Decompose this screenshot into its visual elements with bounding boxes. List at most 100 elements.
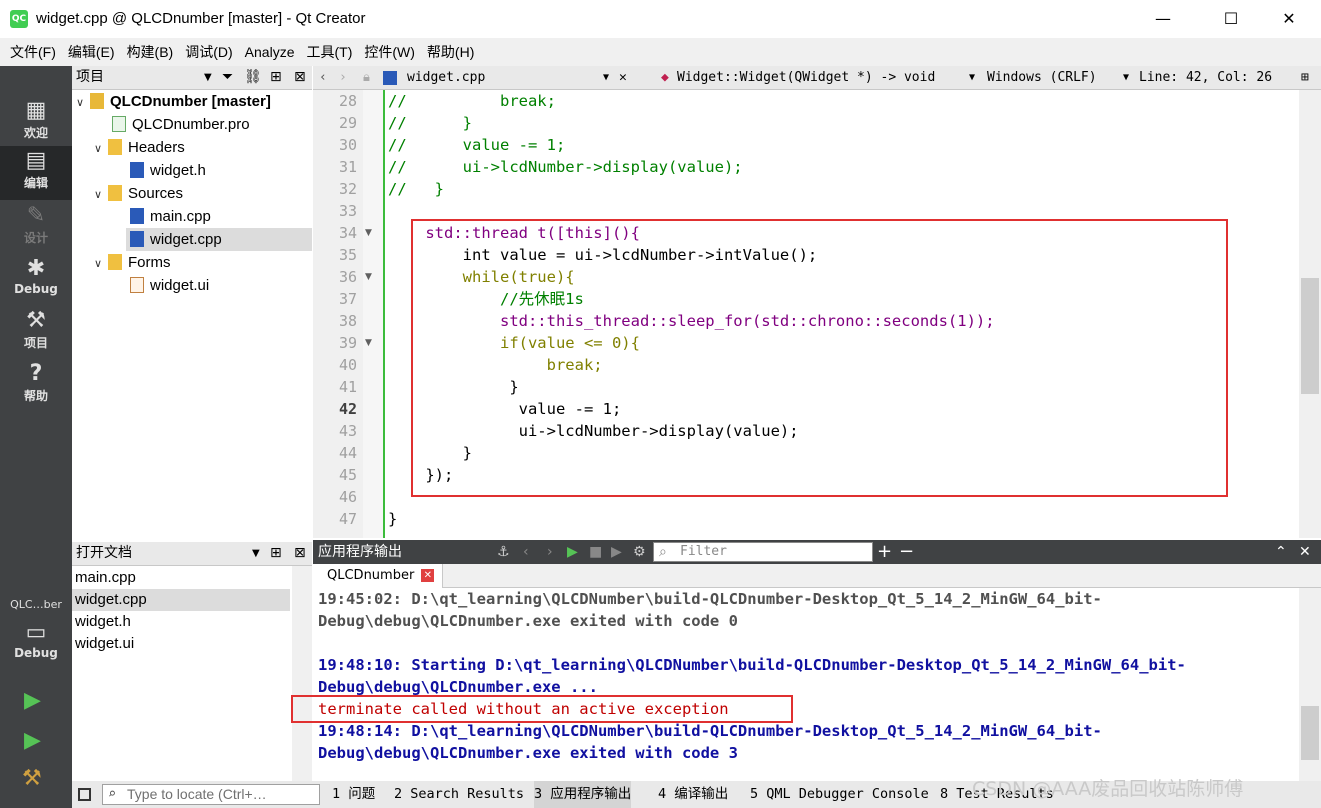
ui-file-icon [130,277,144,293]
mode-edit[interactable]: ▤ 编辑 [0,146,72,200]
toggle-sidebar-icon[interactable] [78,788,91,801]
mode-welcome[interactable]: ▦ 欢迎 [0,96,72,150]
mode-help[interactable]: ? 帮助 [0,359,72,413]
locator-input[interactable]: Type to locate (Ctrl+… [102,784,320,805]
split-icon[interactable]: ⊞ [270,542,282,565]
application-output[interactable]: 19:45:02: D:\qt_learning\QLCDNumber\buil… [313,588,1321,781]
project-icon [90,93,104,109]
close-pane-icon[interactable]: ⊠ [294,542,306,565]
tree-item-main-cpp[interactable]: main.cpp [72,205,312,228]
chevron-down-icon[interactable]: ▼ [603,66,609,89]
code-line: // } [388,180,444,198]
maximize-button[interactable]: ☐ [1208,0,1254,38]
fold-arrow-icon[interactable]: ▼ [365,222,372,244]
output-filter-input[interactable]: Filter [653,542,873,562]
mode-design[interactable]: ✎ 设计 [0,201,72,255]
tab-application-output[interactable]: 3 应用程序输出 [534,781,632,808]
chevron-down-icon[interactable]: ∨ [94,184,108,207]
tree-item-pro-file[interactable]: QLCDnumber.pro [72,113,312,136]
minimize-button[interactable]: — [1140,0,1186,38]
zoom-in-icon[interactable]: + [877,540,892,564]
kit-selector[interactable]: ▭ Debug [0,618,72,672]
attach-icon[interactable]: ⚓ [497,540,510,564]
chevron-down-icon[interactable]: ▼ [252,542,260,565]
rerun-icon[interactable]: ▶ [567,540,578,564]
open-doc-widget-h[interactable]: widget.h [72,611,290,633]
tree-item-project[interactable]: ∨ QLCDnumber [master] [72,90,312,113]
tab-compile-output[interactable]: 4 编译输出 [658,781,728,808]
menu-edit[interactable]: 编辑(E) [62,42,121,62]
close-tab-icon[interactable]: ✕ [421,569,435,582]
debug-attach-icon[interactable]: ▶ [611,540,622,564]
code-editor[interactable]: 28 29 30 31 32 33 34 35 36 37 38 39 40 4… [313,90,1321,538]
tree-item-forms[interactable]: ∨ Forms [72,251,312,274]
close-pane-icon[interactable]: ⊠ [294,66,306,89]
menu-widgets[interactable]: 控件(W) [358,42,421,62]
chevron-down-icon[interactable]: ▼ [1123,66,1129,89]
cpp-file-icon [383,71,397,85]
open-doc-main-cpp[interactable]: main.cpp [72,567,290,589]
debug-run-icon[interactable]: ▶ [24,728,41,753]
mode-debug[interactable]: ✱ Debug [0,254,72,308]
chevron-down-icon[interactable]: ∨ [76,92,90,115]
menu-analyze[interactable]: Analyze [239,44,301,60]
tree-item-widget-ui[interactable]: widget.ui [72,274,312,297]
symbol-selector[interactable]: Widget::Widget(QWidget *) -> void [677,66,935,89]
back-icon[interactable]: ‹ [523,540,529,564]
fold-arrow-icon[interactable]: ▼ [365,266,372,288]
tab-search-results[interactable]: 2 Search Results [394,781,524,808]
split-icon[interactable]: ⊞ [1301,66,1309,89]
menu-tools[interactable]: 工具(T) [300,42,358,62]
code-line: // break; [388,92,556,110]
close-pane-icon[interactable]: ✕ [1299,540,1311,564]
project-pane-header: 项目 ▼ ⏷ ⛓ ⊞ ⊠ [72,66,312,90]
run-icon[interactable]: ▶ [24,688,41,713]
filter-icon[interactable]: ⏷ [222,66,233,89]
fold-arrow-icon[interactable]: ▼ [365,332,372,354]
stop-icon[interactable]: ■ [589,540,602,564]
menu-help[interactable]: 帮助(H) [421,42,480,62]
menu-debug[interactable]: 调试(D) [179,42,238,62]
tab-qml-debugger-console[interactable]: 5 QML Debugger Console [750,781,929,808]
line-number: 32 [338,180,357,198]
close-file-icon[interactable]: ✕ [619,66,627,89]
tree-item-widget-cpp[interactable]: widget.cpp [126,228,312,251]
menu-file[interactable]: 文件(F) [4,42,62,62]
line-endings-selector[interactable]: Windows (CRLF) [987,66,1097,89]
current-file-name[interactable]: widget.cpp [407,66,485,89]
build-hammer-icon[interactable]: ⚒ [22,766,42,791]
close-window-button[interactable]: ✕ [1266,0,1312,38]
chevron-down-icon[interactable]: ∨ [94,138,108,161]
editor-scrollbar-thumb[interactable] [1301,278,1319,394]
zoom-out-icon[interactable]: − [899,540,914,564]
split-icon[interactable]: ⊞ [270,66,282,89]
chevron-down-icon[interactable]: ▼ [204,66,212,89]
line-number: 39 [338,334,357,352]
forward-icon[interactable]: › [339,66,347,89]
mode-label: 编辑 [23,176,48,190]
open-doc-widget-ui[interactable]: widget.ui [72,633,290,655]
settings-icon[interactable]: ⚙ [633,540,646,564]
output-tab-qlcdnumber[interactable]: QLCDnumber ✕ [313,564,444,588]
open-doc-widget-cpp[interactable]: widget.cpp [72,589,290,611]
code-line: } [388,510,398,528]
tab-issues[interactable]: 1 问题 [332,781,375,808]
maximize-pane-icon[interactable]: ⌃ [1275,540,1287,564]
menu-build[interactable]: 构建(B) [121,42,180,62]
output-line: Debug\debug\QLCDnumber.exe exited with c… [318,612,738,630]
edit-icon: ▤ [25,148,47,173]
output-scrollbar-thumb[interactable] [1301,706,1319,760]
open-docs-scrollbar[interactable] [292,566,312,781]
tree-item-sources[interactable]: ∨ Sources [72,182,312,205]
mode-projects[interactable]: ⚒ 项目 [0,306,72,360]
design-icon: ✎ [26,203,46,228]
code-line: // value -= 1; [388,136,566,154]
chevron-down-icon[interactable]: ∨ [94,253,108,276]
tree-item-headers[interactable]: ∨ Headers [72,136,312,159]
back-icon[interactable]: ‹ [319,66,327,89]
link-icon[interactable]: ⛓ [244,66,262,89]
forward-icon[interactable]: › [547,540,553,564]
tree-item-widget-h[interactable]: widget.h [72,159,312,182]
cursor-position[interactable]: Line: 42, Col: 26 [1139,66,1272,89]
chevron-down-icon[interactable]: ▼ [969,66,975,89]
